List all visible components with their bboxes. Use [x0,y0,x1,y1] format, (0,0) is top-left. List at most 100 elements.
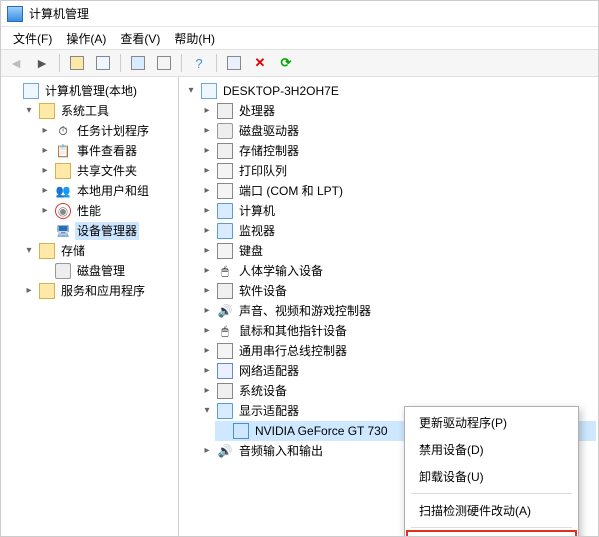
system-dev-icon [217,383,233,399]
gpu-icon [233,423,249,439]
twisty-icon[interactable]: ▸ [39,162,51,180]
monitor-icon [217,223,233,239]
system-tools-label: 系统工具 [59,102,111,120]
twisty-icon[interactable]: ▾ [23,242,35,260]
cat-storage-controllers[interactable]: ▸存储控制器 [199,141,596,161]
twisty-icon[interactable]: ▸ [39,182,51,200]
cm-scan-hardware[interactable]: 扫描检测硬件改动(A) [407,497,576,524]
cat-ports[interactable]: ▸端口 (COM 和 LPT) [199,181,596,201]
toolbar-separator [216,54,217,72]
refresh-icon[interactable]: ⟳ [275,52,297,74]
cat-system-devices[interactable]: ▸系统设备 [199,381,596,401]
cat-sound-video-game[interactable]: ▸🔊声音、视频和游戏控制器 [199,301,596,321]
audio-io-icon: 🔊 [217,443,233,459]
toolbar-btn-2[interactable] [92,52,114,74]
twisty-icon[interactable]: ▸ [39,142,51,160]
disk-icon [55,263,71,279]
menu-help[interactable]: 帮助(H) [168,28,221,49]
toolbar-btn-4[interactable] [153,52,175,74]
twisty-icon[interactable]: ▸ [23,282,35,300]
cat-print-queues[interactable]: ▸打印队列 [199,161,596,181]
computer-icon [217,203,233,219]
menu-action[interactable]: 操作(A) [60,28,112,49]
tree-root-label: 计算机管理(本地) [43,82,139,100]
computer-management-window: 计算机管理 文件(F) 操作(A) 查看(V) 帮助(H) ◄ ► ? ✕ ⟳ … [0,0,599,537]
network-icon [217,363,233,379]
app-icon [7,6,23,22]
cat-processors[interactable]: ▸处理器 [199,101,596,121]
twisty-icon[interactable]: ▸ [39,122,51,140]
cm-disable-device[interactable]: 禁用设备(D) [407,436,576,463]
tree-root[interactable]: ▸ 计算机管理(本地) [5,81,176,101]
port-icon [217,183,233,199]
computer-mgmt-icon [23,83,39,99]
toolbar-btn-1[interactable] [66,52,88,74]
disk-drive-icon [217,123,233,139]
cat-hid[interactable]: ▸🖱人体学输入设备 [199,261,596,281]
menu-file[interactable]: 文件(F) [7,28,58,49]
toolbar-separator [120,54,121,72]
tree-disk-management[interactable]: ▸ 磁盘管理 [37,261,176,281]
toolbar-separator [59,54,60,72]
cm-update-driver[interactable]: 更新驱动程序(P) [407,409,576,436]
storage-ctrl-icon [217,143,233,159]
tree-shared-folders[interactable]: ▸ 共享文件夹 [37,161,176,181]
folder-icon [39,103,55,119]
tree-performance[interactable]: ▸ ◉ 性能 [37,201,176,221]
toolbar: ◄ ► ? ✕ ⟳ [1,49,598,77]
clock-icon: ⏱ [55,123,71,139]
console-tree[interactable]: ▸ 计算机管理(本地) ▾ 系统工具 [1,77,179,536]
hid-icon: 🖱 [217,263,233,279]
twisty-icon[interactable]: ▸ [39,202,51,220]
mouse-icon: 🖱 [217,323,233,339]
printer-icon [217,163,233,179]
tree-local-users[interactable]: ▸ 👥 本地用户和组 [37,181,176,201]
cat-monitors[interactable]: ▸监视器 [199,221,596,241]
cat-computer[interactable]: ▸计算机 [199,201,596,221]
tree-event-viewer[interactable]: ▸ 📋 事件查看器 [37,141,176,161]
cat-usb-controllers[interactable]: ▸通用串行总线控制器 [199,341,596,361]
keyboard-icon [217,243,233,259]
twisty-icon[interactable]: ▾ [23,102,35,120]
users-icon: 👥 [55,183,71,199]
cat-keyboards[interactable]: ▸键盘 [199,241,596,261]
tree-storage[interactable]: ▾ 存储 [21,241,176,261]
menu-view[interactable]: 查看(V) [114,28,166,49]
device-host[interactable]: ▾ DESKTOP-3H2OH7E [183,81,596,101]
cat-mice[interactable]: ▸🖱鼠标和其他指针设备 [199,321,596,341]
nav-back-icon[interactable]: ◄ [5,52,27,74]
computer-icon [201,83,217,99]
cm-properties[interactable]: 属性(R) [407,531,576,537]
display-adapter-icon [217,403,233,419]
help-icon[interactable]: ? [188,52,210,74]
tree-device-manager[interactable]: ▸ 🖥 设备管理器 [37,221,176,241]
services-icon [39,283,55,299]
device-mgr-icon: 🖥 [55,223,71,239]
tree-system-tools[interactable]: ▾ 系统工具 [21,101,176,121]
sound-icon: 🔊 [217,303,233,319]
tree-task-scheduler[interactable]: ▸ ⏱ 任务计划程序 [37,121,176,141]
disable-icon[interactable]: ✕ [249,52,271,74]
shared-folder-icon [55,163,71,179]
context-menu: 更新驱动程序(P) 禁用设备(D) 卸载设备(U) 扫描检测硬件改动(A) 属性… [404,406,579,537]
nav-forward-icon[interactable]: ► [31,52,53,74]
window-title: 计算机管理 [29,5,89,22]
twisty-icon[interactable]: ▾ [185,82,197,100]
cat-network-adapters[interactable]: ▸网络适配器 [199,361,596,381]
event-icon: 📋 [55,143,71,159]
performance-icon: ◉ [55,203,71,219]
software-dev-icon [217,283,233,299]
usb-icon [217,343,233,359]
titlebar: 计算机管理 [1,1,598,27]
menubar: 文件(F) 操作(A) 查看(V) 帮助(H) [1,27,598,49]
tree-services-apps[interactable]: ▸ 服务和应用程序 [21,281,176,301]
cm-separator [411,527,572,528]
toolbar-btn-3[interactable] [127,52,149,74]
cat-software-devices[interactable]: ▸软件设备 [199,281,596,301]
cat-disk-drives[interactable]: ▸磁盘驱动器 [199,121,596,141]
toolbar-separator [181,54,182,72]
storage-icon [39,243,55,259]
twisty-icon[interactable]: ▾ [201,402,213,420]
device-icon[interactable] [223,52,245,74]
cm-uninstall-device[interactable]: 卸载设备(U) [407,463,576,490]
